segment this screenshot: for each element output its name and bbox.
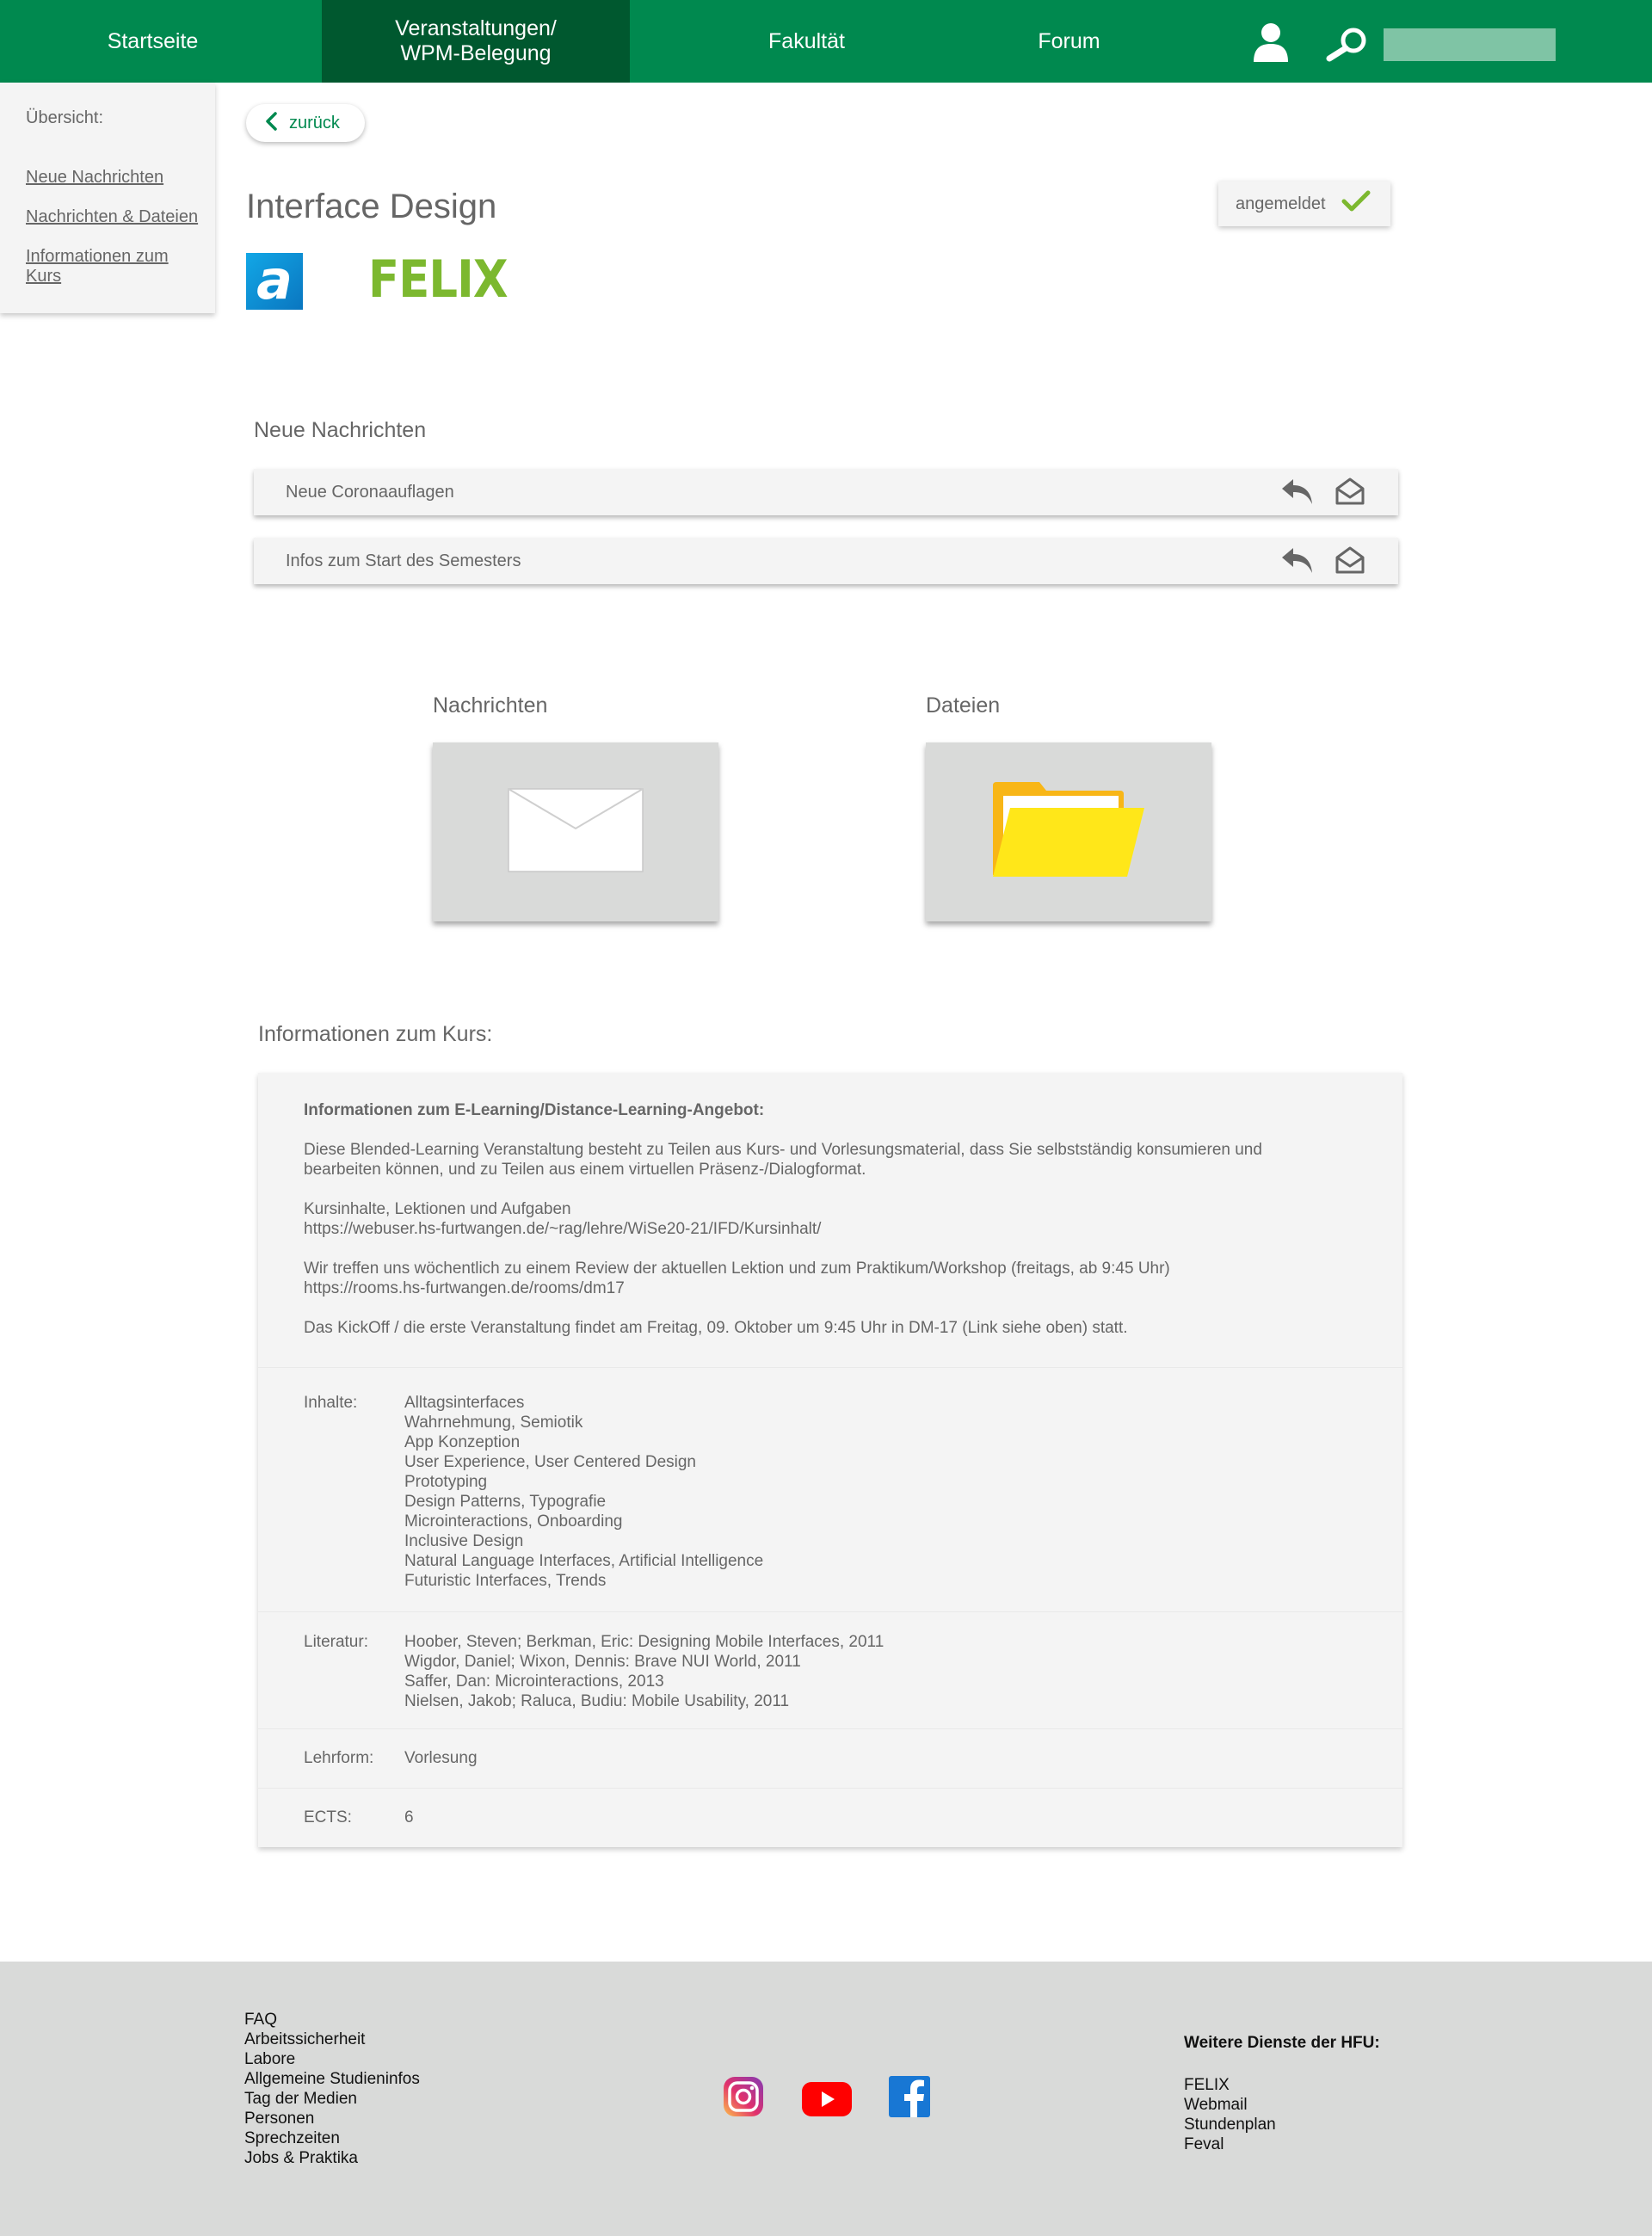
envelope-icon bbox=[507, 787, 644, 878]
elearning-paragraph: Diese Blended-Learning Veranstaltung bes… bbox=[304, 1141, 1262, 1179]
elearning-section: Informationen zum E-Learning/Distance-Le… bbox=[258, 1073, 1402, 1368]
instagram-icon[interactable] bbox=[722, 2075, 765, 2122]
enrollment-status-badge: angemeldet bbox=[1218, 182, 1390, 226]
footer: FAQ Arbeitssicherheit Labore Allgemeine … bbox=[0, 1962, 1652, 2236]
service-link-stundenplan[interactable]: Stundenplan bbox=[1184, 2115, 1276, 2134]
contents-list: Alltagsinterfaces Wahrnehmung, Semiotik … bbox=[404, 1394, 764, 1590]
messages-tile[interactable] bbox=[433, 742, 718, 921]
ects-section: ECTS: 6 bbox=[258, 1789, 1402, 1847]
footer-link-jobs[interactable]: Jobs & Praktika bbox=[244, 2148, 420, 2168]
message-row[interactable]: Infos zum Start des Semesters bbox=[254, 538, 1398, 584]
chevron-left-icon bbox=[265, 111, 277, 135]
teaching-value: Vorlesung bbox=[404, 1749, 478, 1767]
sidebar-title: Übersicht: bbox=[26, 108, 104, 127]
reply-icon[interactable] bbox=[1279, 476, 1316, 512]
files-tile[interactable] bbox=[926, 742, 1211, 921]
nav-fakultaet[interactable]: Fakultät bbox=[671, 0, 942, 83]
contents-label: Inhalte: bbox=[304, 1394, 358, 1412]
ects-value: 6 bbox=[404, 1808, 414, 1826]
sidebar-link-messages-files[interactable]: Nachrichten & Dateien bbox=[26, 207, 206, 227]
service-link-felix[interactable]: FELIX bbox=[1184, 2075, 1276, 2095]
course-content-link[interactable]: Kursinhalte, Lektionen und Aufgaben http… bbox=[304, 1199, 821, 1239]
envelope-open-icon[interactable] bbox=[1335, 477, 1365, 511]
message-row[interactable]: Neue Coronaauflagen bbox=[254, 469, 1398, 515]
kickoff-note: Das KickOff / die erste Veranstaltung fi… bbox=[304, 1319, 1128, 1337]
files-tile-label: Dateien bbox=[926, 693, 1001, 718]
footer-link-personen[interactable]: Personen bbox=[244, 2109, 420, 2128]
new-messages-heading: Neue Nachrichten bbox=[254, 418, 427, 442]
checkmark-icon bbox=[1326, 189, 1371, 219]
ects-label: ECTS: bbox=[304, 1808, 352, 1826]
literature-label: Literatur: bbox=[304, 1633, 368, 1651]
footer-link-labore[interactable]: Labore bbox=[244, 2049, 420, 2069]
nav-forum[interactable]: Forum bbox=[955, 0, 1183, 83]
contents-section: Inhalte: Alltagsinterfaces Wahrnehmung, … bbox=[258, 1368, 1402, 1612]
top-navigation: Startseite Veranstaltungen/ WPM-Belegung… bbox=[0, 0, 1652, 83]
folder-icon bbox=[991, 780, 1146, 884]
elearning-a-logo[interactable]: a bbox=[246, 253, 303, 310]
sidebar-link-course-info[interactable]: Informationen zum Kurs bbox=[26, 247, 181, 286]
back-label: zurück bbox=[289, 113, 340, 132]
course-info-panel: Informationen zum E-Learning/Distance-Le… bbox=[258, 1073, 1402, 1847]
messages-tile-label: Nachrichten bbox=[433, 693, 548, 718]
service-link-webmail[interactable]: Webmail bbox=[1184, 2095, 1276, 2115]
footer-link-tag-der-medien[interactable]: Tag der Medien bbox=[244, 2089, 420, 2109]
back-button[interactable]: zurück bbox=[246, 104, 365, 142]
weekly-meeting-link[interactable]: Wir treffen uns wöchentlich zu einem Rev… bbox=[304, 1259, 1170, 1298]
facebook-icon[interactable] bbox=[889, 2076, 930, 2122]
footer-link-arbeitssicherheit[interactable]: Arbeitssicherheit bbox=[244, 2030, 420, 2049]
literature-list: Hoober, Steven; Berkman, Eric: Designing… bbox=[404, 1633, 885, 1710]
services-title: Weitere Dienste der HFU: bbox=[1184, 2034, 1380, 2052]
felix-logo[interactable]: FELIX bbox=[368, 249, 509, 310]
elearning-title: Informationen zum E-Learning/Distance-Le… bbox=[304, 1101, 765, 1119]
youtube-icon[interactable] bbox=[802, 2082, 852, 2121]
course-info-heading: Informationen zum Kurs: bbox=[258, 1022, 493, 1046]
sidebar: Übersicht: Neue Nachrichten Nachrichten … bbox=[0, 83, 215, 313]
literature-section: Literatur: Hoober, Steven; Berkman, Eric… bbox=[258, 1612, 1402, 1729]
sidebar-link-new-messages[interactable]: Neue Nachrichten bbox=[26, 168, 206, 188]
message-title: Neue Coronaauflagen bbox=[286, 482, 454, 502]
search-input[interactable] bbox=[1384, 28, 1556, 61]
footer-links: FAQ Arbeitssicherheit Labore Allgemeine … bbox=[244, 2010, 420, 2168]
search-icon[interactable] bbox=[1325, 26, 1370, 66]
nav-veranstaltungen[interactable]: Veranstaltungen/ WPM-Belegung bbox=[322, 0, 630, 83]
nav-startseite[interactable]: Startseite bbox=[0, 0, 305, 83]
service-link-feval[interactable]: Feval bbox=[1184, 2134, 1276, 2154]
message-title: Infos zum Start des Semesters bbox=[286, 551, 521, 570]
services-links: FELIX Webmail Stundenplan Feval bbox=[1184, 2075, 1276, 2154]
footer-link-studieninfos[interactable]: Allgemeine Studieninfos bbox=[244, 2069, 420, 2089]
teaching-label: Lehrform: bbox=[304, 1749, 374, 1767]
status-label: angemeldet bbox=[1236, 194, 1326, 213]
reply-icon[interactable] bbox=[1279, 545, 1316, 581]
user-icon[interactable] bbox=[1253, 22, 1289, 66]
footer-link-faq[interactable]: FAQ bbox=[244, 2010, 420, 2030]
footer-link-sprechzeiten[interactable]: Sprechzeiten bbox=[244, 2128, 420, 2148]
page-title: Interface Design bbox=[246, 188, 497, 225]
envelope-open-icon[interactable] bbox=[1335, 545, 1365, 580]
teaching-section: Lehrform: Vorlesung bbox=[258, 1729, 1402, 1789]
